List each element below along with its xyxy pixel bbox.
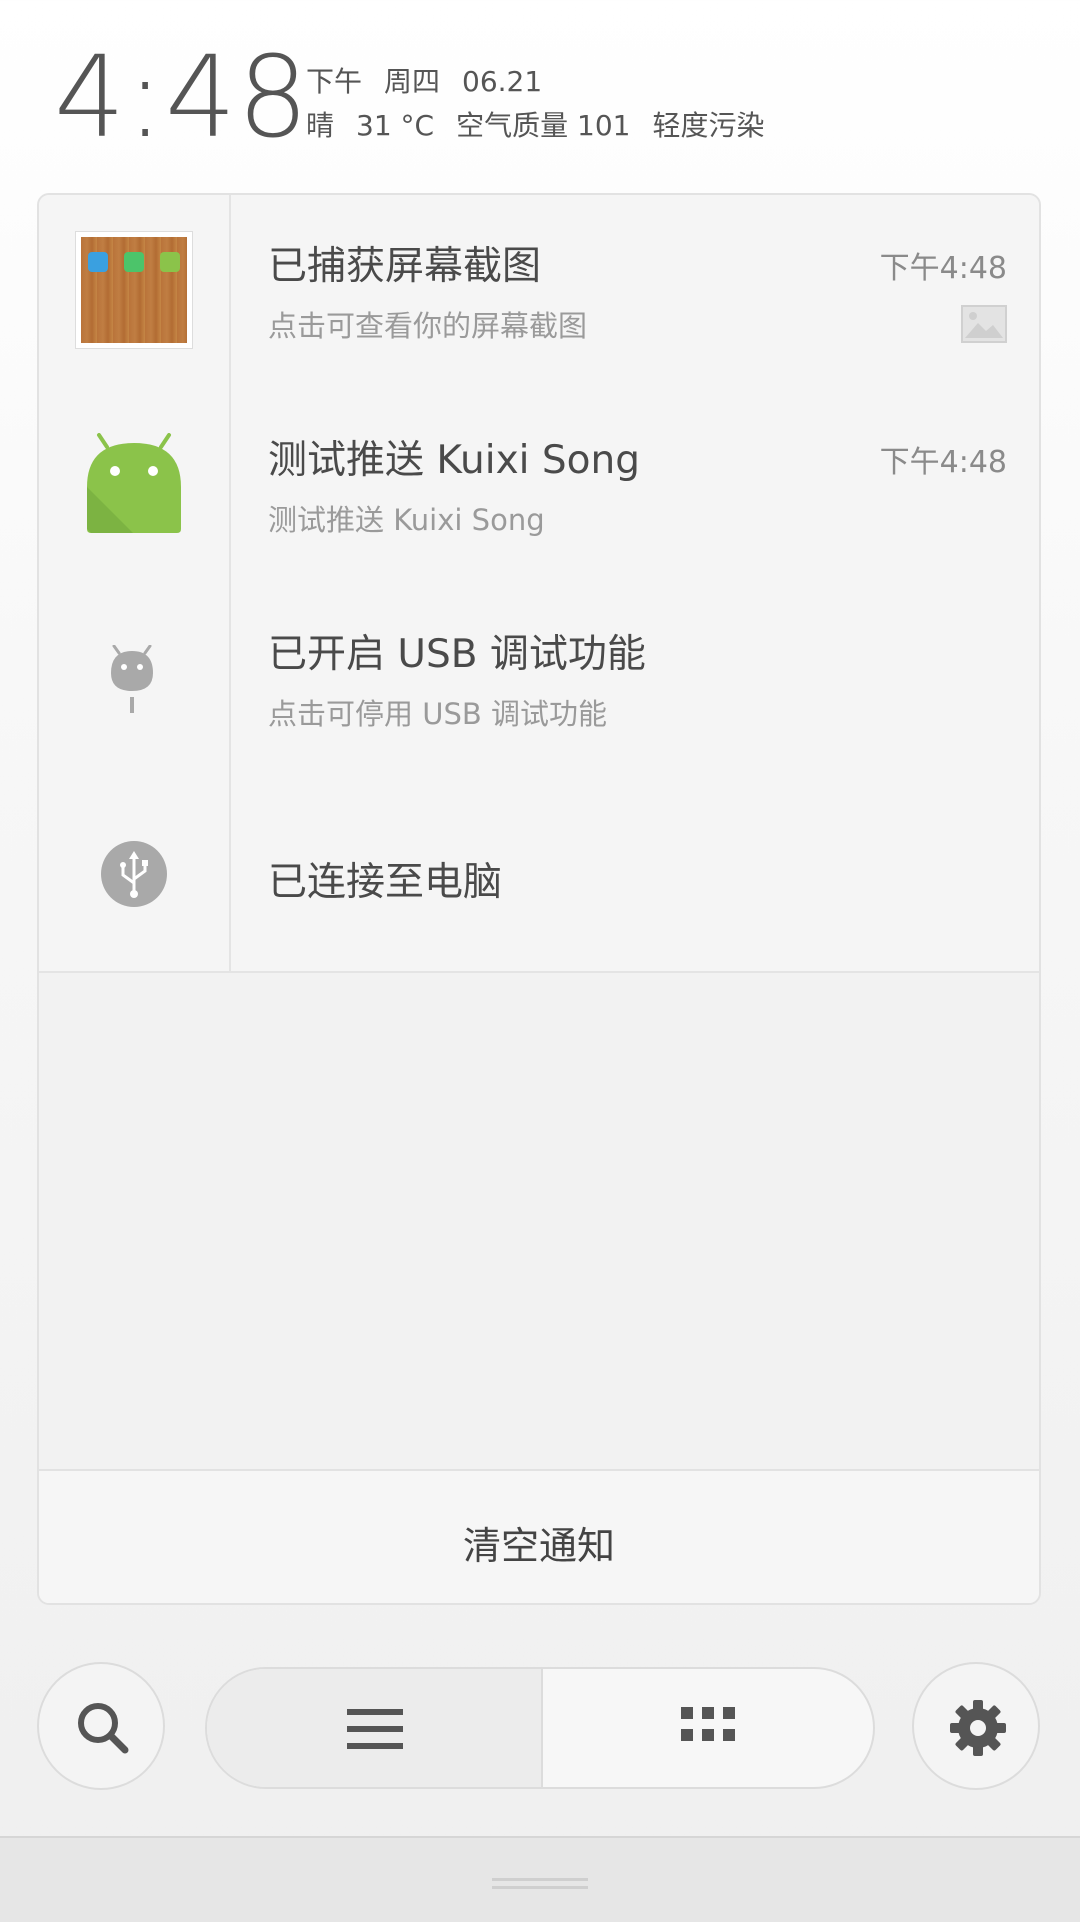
date-line: 下午 周四 06.21 bbox=[306, 60, 564, 100]
notifications-tab[interactable] bbox=[207, 1669, 543, 1787]
clock: 4:48 bbox=[54, 33, 310, 163]
search-button[interactable] bbox=[37, 1662, 165, 1790]
drag-handle-line bbox=[492, 1886, 588, 1889]
weather: 晴 bbox=[306, 109, 335, 142]
notification-icon-cell bbox=[39, 777, 231, 971]
date: 06.21 bbox=[462, 65, 543, 98]
usb-icon bbox=[101, 841, 167, 907]
notification-usb-debug[interactable]: 已开启 USB 调试功能 点击可停用 USB 调试功能 bbox=[39, 583, 1039, 779]
notification-title: 测试推送 Kuixi Song bbox=[268, 438, 640, 483]
notification-icon-cell bbox=[39, 583, 231, 777]
usb-debug-icon bbox=[111, 645, 153, 713]
status-header: 4:48 下午 周四 06.21 晴 31 °C 空气质量 101 轻度污染 bbox=[0, 0, 1080, 190]
screenshot-thumbnail bbox=[75, 231, 193, 349]
notification-icon-cell bbox=[39, 389, 231, 583]
notification-time: 下午4:48 bbox=[879, 445, 1007, 480]
notification-subtitle: 测试推送 Kuixi Song bbox=[268, 503, 545, 537]
notification-title: 已连接至电脑 bbox=[268, 860, 503, 905]
drag-handle-bar[interactable] bbox=[0, 1836, 1080, 1922]
settings-button[interactable] bbox=[912, 1662, 1040, 1790]
grid-icon bbox=[681, 1707, 735, 1741]
gear-icon bbox=[950, 1700, 1006, 1756]
toggles-tab[interactable] bbox=[543, 1669, 873, 1787]
notification-subtitle: 点击可查看你的屏幕截图 bbox=[268, 309, 588, 343]
air-quality: 空气质量 101 bbox=[456, 109, 631, 142]
weather-line: 晴 31 °C 空气质量 101 轻度污染 bbox=[306, 104, 786, 144]
android-icon bbox=[87, 433, 181, 533]
pollution-level: 轻度污染 bbox=[652, 109, 765, 142]
notification-subtitle: 点击可停用 USB 调试功能 bbox=[268, 697, 607, 731]
image-icon bbox=[961, 305, 1007, 343]
notification-title: 已开启 USB 调试功能 bbox=[268, 632, 646, 677]
notification-usb-connected[interactable]: 已连接至电脑 bbox=[39, 777, 1039, 973]
clear-notifications-button[interactable]: 清空通知 bbox=[39, 1469, 1039, 1603]
search-icon bbox=[78, 1703, 129, 1754]
period: 下午 bbox=[306, 65, 363, 98]
view-toggle bbox=[205, 1667, 875, 1789]
notification-push[interactable]: 测试推送 Kuixi Song 测试推送 Kuixi Song 下午4:48 bbox=[39, 389, 1039, 585]
notification-icon-cell bbox=[39, 195, 231, 389]
menu-icon bbox=[347, 1709, 403, 1749]
weekday: 周四 bbox=[384, 65, 441, 98]
drag-handle-line bbox=[492, 1878, 588, 1881]
clear-notifications-label: 清空通知 bbox=[462, 1524, 615, 1568]
notification-title: 已捕获屏幕截图 bbox=[268, 244, 542, 289]
notification-screenshot[interactable]: 已捕获屏幕截图 点击可查看你的屏幕截图 下午4:48 bbox=[39, 195, 1039, 391]
notification-panel: 已捕获屏幕截图 点击可查看你的屏幕截图 下午4:48 测试推送 Kuixi So… bbox=[37, 193, 1041, 1605]
notification-time: 下午4:48 bbox=[879, 251, 1007, 286]
temperature: 31 °C bbox=[356, 109, 435, 142]
